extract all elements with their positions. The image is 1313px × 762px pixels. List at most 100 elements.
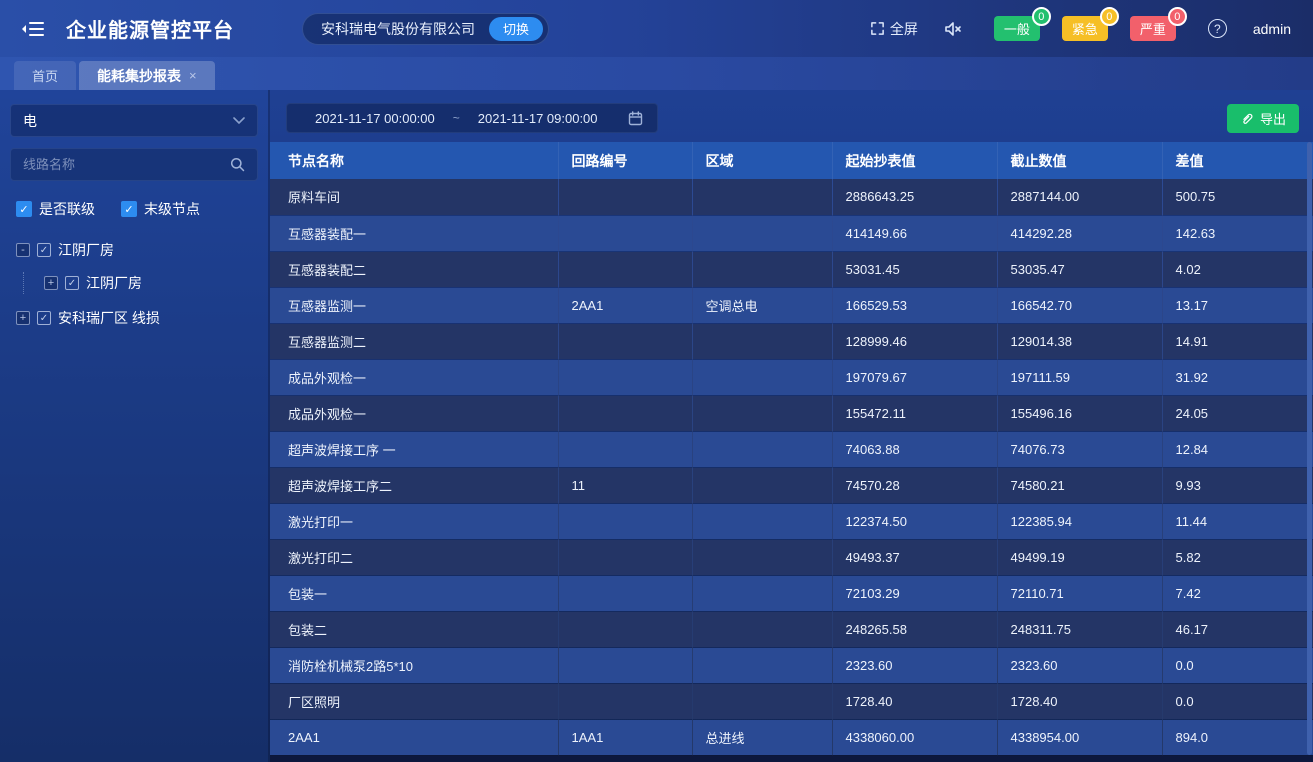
fullscreen-button[interactable]: 全屏 — [870, 19, 918, 39]
company-name: 安科瑞电气股份有限公司 — [321, 19, 475, 39]
report-table-body: 原料车间2886643.252887144.00500.75互感器装配一4141… — [270, 179, 1313, 755]
table-cell: 49499.19 — [997, 539, 1162, 575]
search-icon[interactable] — [230, 157, 245, 172]
table-row[interactable]: 成品外观检一155472.11155496.1624.05 — [270, 395, 1313, 431]
table-cell: 166529.53 — [832, 287, 997, 323]
table-scrollbar[interactable] — [1307, 142, 1312, 755]
tree-node-jiangyin-plant[interactable]: - ✓ 江阴厂房 — [16, 239, 258, 261]
table-cell: 2886643.25 — [832, 179, 997, 215]
table-row[interactable]: 互感器监测一2AA1空调总电166529.53166542.7013.17 — [270, 287, 1313, 323]
table-cell — [692, 467, 832, 503]
fullscreen-label: 全屏 — [890, 19, 918, 39]
report-table: 节点名称 回路编号 区域 起始抄表值 截止数值 差值 原料车间2886643.2… — [270, 142, 1313, 756]
table-row[interactable]: 2AA11AA1总进线4338060.004338954.00894.0 — [270, 719, 1313, 755]
collapse-icon[interactable]: - — [16, 243, 30, 257]
table-cell: 消防栓机械泵2路5*10 — [270, 647, 558, 683]
expand-icon[interactable]: + — [44, 276, 58, 290]
table-row[interactable]: 成品外观检一197079.67197111.5931.92 — [270, 359, 1313, 395]
table-cell — [692, 179, 832, 215]
table-cell — [692, 575, 832, 611]
table-cell — [692, 251, 832, 287]
tree-checkbox-icon[interactable]: ✓ — [37, 243, 51, 257]
mute-icon[interactable] — [944, 21, 962, 37]
table-cell: 0.0 — [1162, 683, 1313, 719]
table-cell — [692, 431, 832, 467]
help-icon[interactable]: ? — [1208, 19, 1227, 38]
table-row[interactable]: 超声波焊接工序 一74063.8874076.7312.84 — [270, 431, 1313, 467]
tab-close-icon[interactable]: × — [189, 68, 197, 83]
export-button[interactable]: 导出 — [1227, 104, 1299, 133]
table-row[interactable]: 互感器装配一414149.66414292.28142.63 — [270, 215, 1313, 251]
table-row[interactable]: 激光打印一122374.50122385.9411.44 — [270, 503, 1313, 539]
table-cell: 2AA1 — [270, 719, 558, 755]
date-separator: ~ — [453, 111, 460, 125]
table-cell: 4.02 — [1162, 251, 1313, 287]
table-cell: 74076.73 — [997, 431, 1162, 467]
table-cell: 197111.59 — [997, 359, 1162, 395]
table-cell: 31.92 — [1162, 359, 1313, 395]
export-label: 导出 — [1260, 109, 1286, 128]
energy-type-select[interactable]: 电 — [10, 104, 258, 137]
table-row[interactable]: 消防栓机械泵2路5*102323.602323.600.0 — [270, 647, 1313, 683]
table-cell — [558, 575, 692, 611]
calendar-icon[interactable] — [628, 111, 643, 126]
alarm-badges: 一般 0 紧急 0 严重 0 — [994, 16, 1176, 41]
alarm-critical-count: 0 — [1168, 7, 1187, 26]
table-row[interactable]: 互感器监测二128999.46129014.3814.91 — [270, 323, 1313, 359]
toolbar: 2021-11-17 00:00:00 ~ 2021-11-17 09:00:0… — [270, 90, 1313, 142]
line-name-search[interactable] — [10, 148, 258, 181]
search-input[interactable] — [23, 157, 230, 172]
table-cell: 互感器监测一 — [270, 287, 558, 323]
tree-node-label: 安科瑞厂区 线损 — [58, 308, 160, 328]
date-start[interactable]: 2021-11-17 00:00:00 — [315, 111, 435, 126]
tree-checkbox-icon[interactable]: ✓ — [37, 311, 51, 325]
table-cell: 互感器装配二 — [270, 251, 558, 287]
date-end[interactable]: 2021-11-17 09:00:00 — [478, 111, 598, 126]
checkbox-checked-icon: ✓ — [16, 201, 32, 217]
table-row[interactable]: 包装二248265.58248311.7546.17 — [270, 611, 1313, 647]
table-row[interactable]: 厂区照明1728.401728.400.0 — [270, 683, 1313, 719]
table-cell: 超声波焊接工序二 — [270, 467, 558, 503]
date-range-picker[interactable]: 2021-11-17 00:00:00 ~ 2021-11-17 09:00:0… — [286, 103, 658, 133]
table-cell — [692, 539, 832, 575]
alarm-general[interactable]: 一般 0 — [994, 16, 1040, 41]
alarm-urgent[interactable]: 紧急 0 — [1062, 16, 1108, 41]
table-cell: 13.17 — [1162, 287, 1313, 323]
tree-node-jiangyin-plant-child[interactable]: + ✓ 江阴厂房 — [44, 272, 258, 294]
page: { "header": { "title": "企业能源管控平台", "comp… — [0, 0, 1313, 762]
menu-fold-icon[interactable] — [22, 20, 44, 38]
table-cell: 53031.45 — [832, 251, 997, 287]
content: 电 ✓ 是否联级 ✓ 末级节点 - ✓ — [0, 90, 1313, 762]
checkbox-cascade[interactable]: ✓ 是否联级 — [16, 199, 95, 219]
table-row[interactable]: 超声波焊接工序二1174570.2874580.219.93 — [270, 467, 1313, 503]
table-row[interactable]: 原料车间2886643.252887144.00500.75 — [270, 179, 1313, 215]
alarm-critical[interactable]: 严重 0 — [1130, 16, 1176, 41]
table-cell: 包装一 — [270, 575, 558, 611]
tree-node-acrel-area[interactable]: + ✓ 安科瑞厂区 线损 — [16, 307, 258, 329]
table-cell: 互感器装配一 — [270, 215, 558, 251]
table-row[interactable]: 互感器装配二53031.4553035.474.02 — [270, 251, 1313, 287]
table-cell — [692, 647, 832, 683]
table-row[interactable]: 包装一72103.2972110.717.42 — [270, 575, 1313, 611]
table-header: 节点名称 回路编号 区域 起始抄表值 截止数值 差值 — [270, 142, 1313, 179]
table-cell: 空调总电 — [692, 287, 832, 323]
table-cell: 超声波焊接工序 一 — [270, 431, 558, 467]
tab-energy-report[interactable]: 能耗集抄报表 × — [79, 61, 215, 90]
table-cell: 4338060.00 — [832, 719, 997, 755]
tab-home[interactable]: 首页 — [14, 61, 76, 90]
alarm-general-count: 0 — [1032, 7, 1051, 26]
username[interactable]: admin — [1253, 21, 1291, 37]
topbar-right: 全屏 一般 0 紧急 0 严重 0 ? admin — [870, 16, 1295, 41]
table-row[interactable]: 激光打印二49493.3749499.195.82 — [270, 539, 1313, 575]
tree-checkbox-icon[interactable]: ✓ — [65, 276, 79, 290]
sidebar: 电 ✓ 是否联级 ✓ 末级节点 - ✓ — [0, 90, 270, 762]
chevron-down-icon — [233, 117, 245, 125]
checkbox-cascade-label: 是否联级 — [39, 199, 95, 219]
col-difference: 差值 — [1162, 142, 1313, 179]
app-title: 企业能源管控平台 — [66, 14, 234, 43]
checkbox-leaf-node[interactable]: ✓ 末级节点 — [121, 199, 200, 219]
checkbox-checked-icon: ✓ — [121, 201, 137, 217]
expand-icon[interactable]: + — [16, 311, 30, 325]
switch-company-button[interactable]: 切换 — [489, 17, 543, 41]
table-cell — [692, 359, 832, 395]
